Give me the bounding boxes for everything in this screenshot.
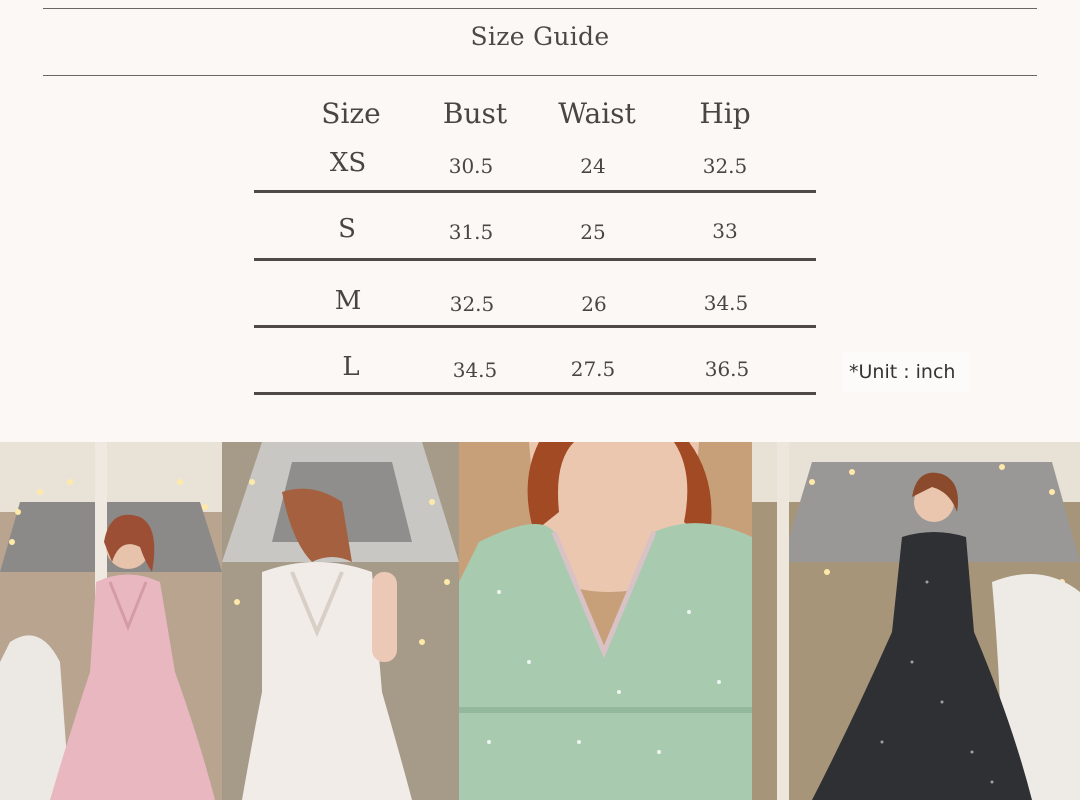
size-label: L <box>342 352 360 382</box>
green-dress-photo <box>459 442 752 800</box>
black-dress-photo <box>752 442 1080 800</box>
title-divider <box>43 75 1037 76</box>
waist-value: 25 <box>580 220 606 244</box>
size-label: M <box>334 286 362 316</box>
hip-value: 32.5 <box>702 154 748 178</box>
page-title: Size Guide <box>470 22 610 51</box>
row-divider <box>254 325 816 328</box>
bust-value: 32.5 <box>449 292 495 316</box>
header-hip: Hip <box>699 97 751 130</box>
size-label: XS <box>329 148 367 178</box>
row-divider <box>254 190 816 193</box>
waist-value: 24 <box>580 154 606 178</box>
row-divider <box>254 392 816 395</box>
bust-value: 34.5 <box>452 358 498 382</box>
pink-dress-photo <box>0 442 222 800</box>
bust-value: 31.5 <box>448 220 494 244</box>
size-label: S <box>338 214 356 244</box>
row-divider <box>254 258 816 261</box>
unit-note: *Unit : inch <box>849 361 956 383</box>
bust-value: 30.5 <box>448 154 494 178</box>
header-bust: Bust <box>442 97 508 130</box>
header-waist: Waist <box>558 97 636 130</box>
hip-value: 36.5 <box>704 357 750 381</box>
hip-value: 34.5 <box>703 291 749 315</box>
hip-value: 33 <box>712 219 738 243</box>
waist-value: 27.5 <box>570 357 616 381</box>
white-dress-photo <box>222 442 459 800</box>
top-divider <box>43 8 1037 9</box>
waist-value: 26 <box>581 292 607 316</box>
header-size: Size <box>321 97 381 130</box>
